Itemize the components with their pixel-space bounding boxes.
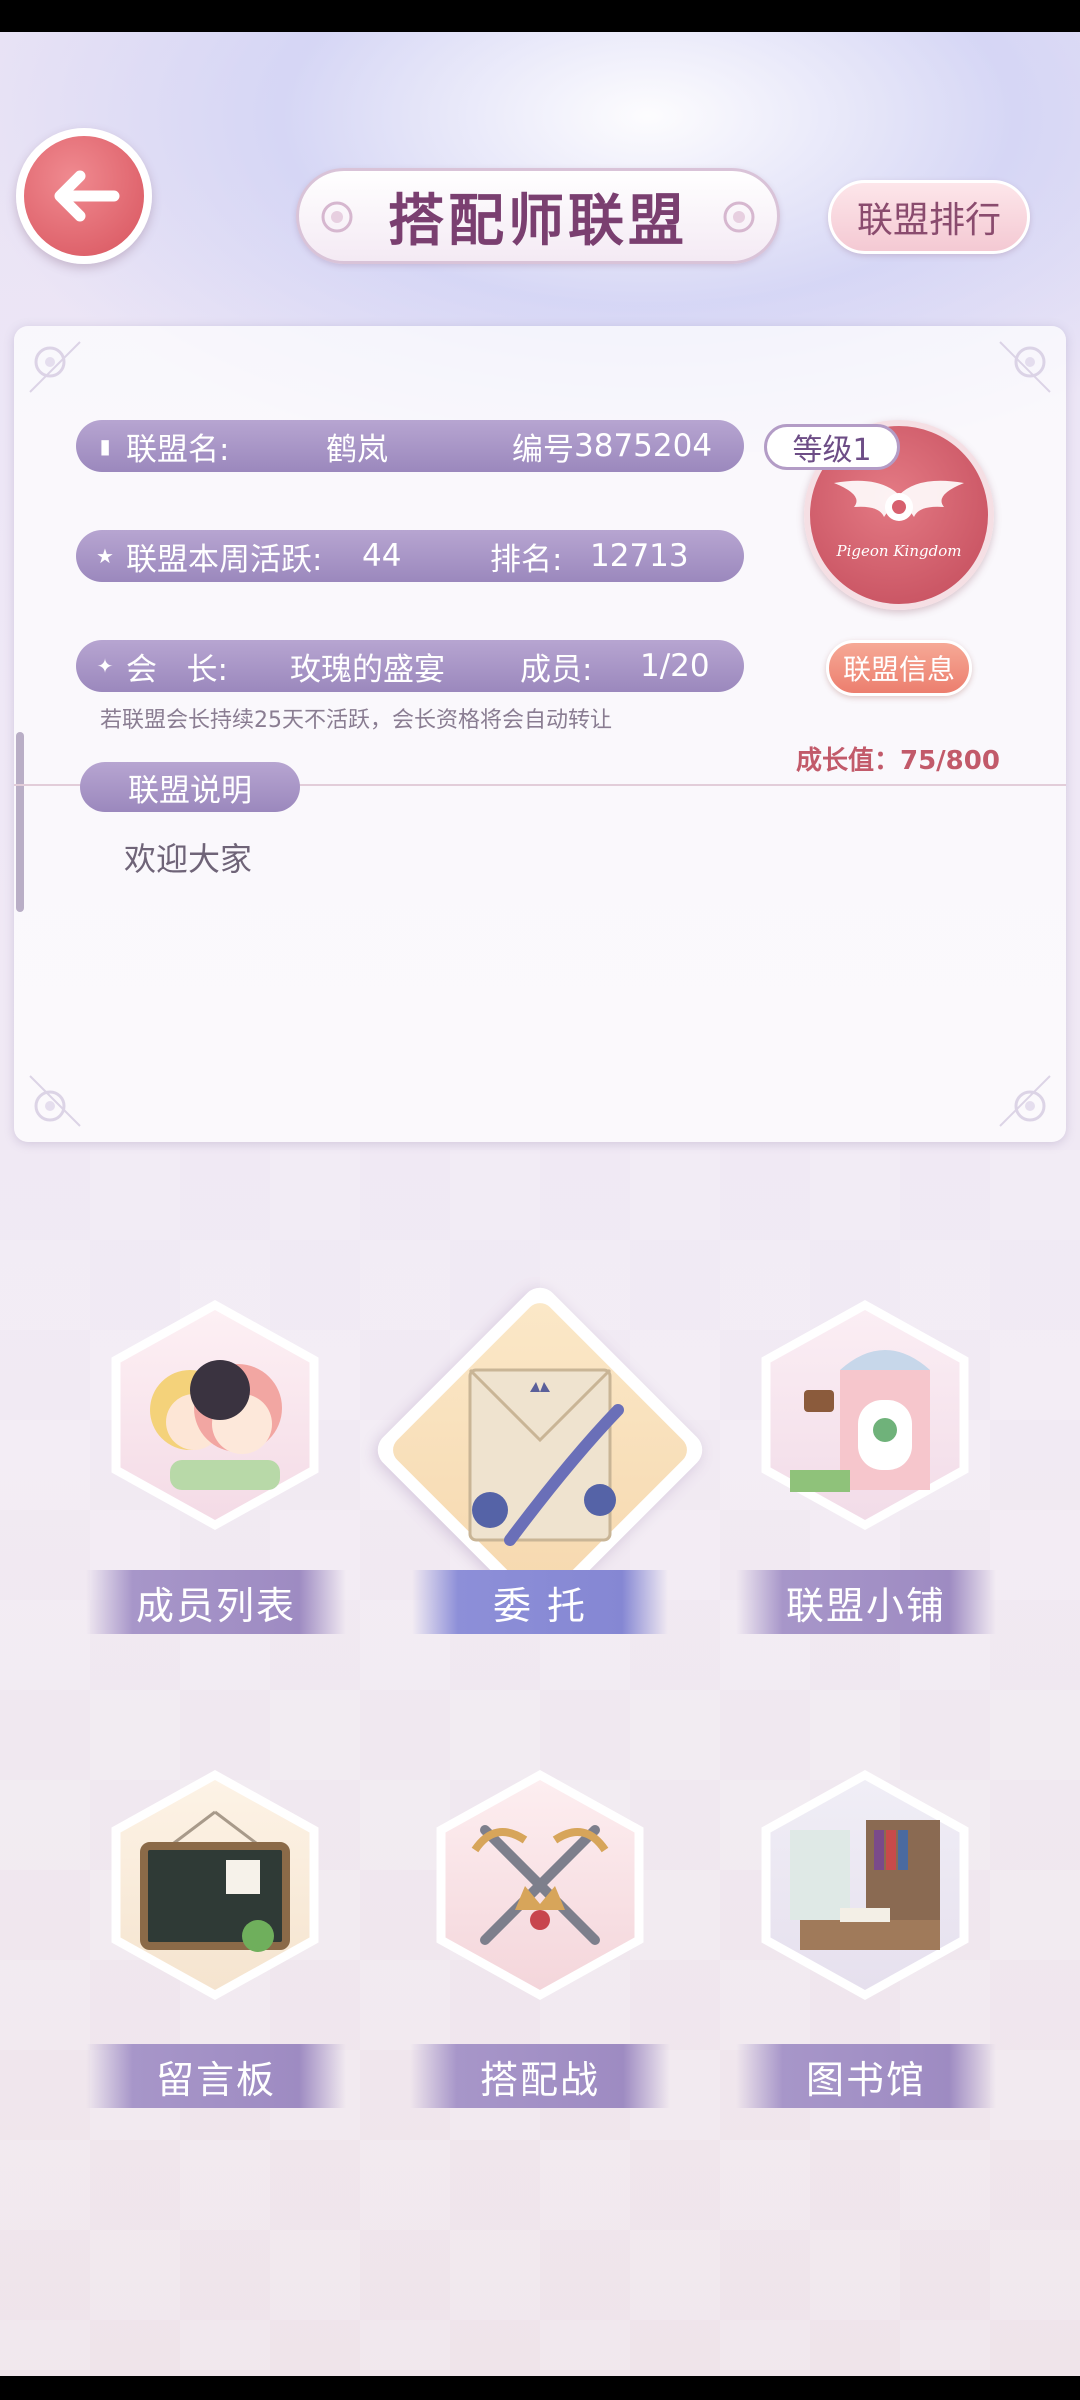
back-arrow-icon <box>54 170 120 222</box>
page-title: 搭配师联盟 <box>388 188 688 254</box>
rank-value: 12713 <box>590 538 689 574</box>
emblem-text: Pigeon Kingdom <box>836 542 962 560</box>
rank-label: 排名: <box>490 541 563 578</box>
crossed-swords-icon <box>471 1825 609 1945</box>
members-list-label[interactable]: 成员列表 <box>86 1570 346 1634</box>
shop-building-icon <box>790 1350 930 1492</box>
alliance-shop-label[interactable]: 联盟小铺 <box>736 1570 996 1634</box>
commission-button[interactable] <box>370 1280 710 1620</box>
description-text: 欢迎大家 <box>124 840 253 878</box>
envelope-quill-icon <box>468 1368 624 1546</box>
alliance-leader-row: ✦ 会 长: 玫瑰的盛宴 成员: 1/20 <box>76 640 744 692</box>
library-button[interactable] <box>750 1770 980 2000</box>
members-value: 1/20 <box>640 648 710 684</box>
name-label: 联盟名: <box>126 431 230 468</box>
scrollbar[interactable] <box>16 732 24 912</box>
leader-label: 会 长: <box>126 651 229 688</box>
rose-corner-icon <box>29 341 81 393</box>
bookshelf-icon <box>790 1820 940 1950</box>
description-label: 联盟说明 <box>80 762 300 812</box>
message-board-button[interactable] <box>100 1770 330 2000</box>
activity-value: 44 <box>362 538 402 574</box>
alliance-activity-row: ★ 联盟本周活跃: 44 排名: 12713 <box>76 530 744 582</box>
members-list-button[interactable] <box>100 1300 330 1530</box>
leader-transfer-note: 若联盟会长持续25天不活跃，会长资格将会自动转让 <box>100 708 612 733</box>
chalkboard-icon <box>140 1810 290 1952</box>
rose-ornament-icon <box>723 201 755 233</box>
level-badge: 等级1 <box>764 424 900 470</box>
book-icon: ▮ <box>99 434 111 458</box>
alliance-name-row: ▮ 联盟名: 鹤岚 编号 3875204 <box>76 420 744 472</box>
styling-battle-button[interactable] <box>425 1770 655 2000</box>
styling-battle-label[interactable]: 搭配战 <box>410 2044 670 2108</box>
alliance-info-button[interactable]: 联盟信息 <box>826 640 972 696</box>
rose-corner-icon <box>999 1075 1051 1127</box>
id-label: 编号 <box>512 431 574 468</box>
members-illustration-icon <box>150 1360 282 1490</box>
library-label[interactable]: 图书馆 <box>736 2044 996 2108</box>
star-icon: ★ <box>96 544 114 568</box>
activity-label: 联盟本周活跃: <box>126 541 323 578</box>
rose-corner-icon <box>999 341 1051 393</box>
status-bar <box>0 0 1080 32</box>
alliance-shop-button[interactable] <box>750 1300 980 1530</box>
navigation-bar <box>0 2376 1080 2400</box>
back-button[interactable] <box>16 128 152 264</box>
name-value: 鹤岚 <box>326 431 388 468</box>
title-plaque: 搭配师联盟 <box>296 168 780 264</box>
rose-corner-icon <box>29 1075 81 1127</box>
leader-value: 玫瑰的盛宴 <box>290 651 445 688</box>
message-board-label[interactable]: 留言板 <box>86 2044 346 2108</box>
sparkle-icon: ✦ <box>96 654 114 678</box>
members-label: 成员: <box>520 651 593 688</box>
growth-value: 成长值：75/800 <box>796 746 1000 776</box>
rose-ornament-icon <box>321 201 353 233</box>
id-value: 3875204 <box>574 428 713 464</box>
alliance-ranking-button[interactable]: 联盟排行 <box>828 180 1030 254</box>
commission-label[interactable]: 委 托 <box>412 1570 668 1634</box>
